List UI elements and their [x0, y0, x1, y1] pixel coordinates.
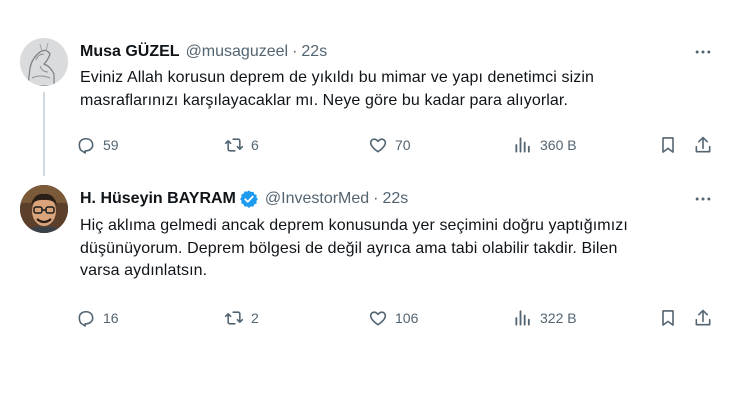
tweet-header: H. Hüseyin BAYRAM @InvestorMed · 22s [80, 189, 408, 209]
views-chart-icon [515, 310, 530, 326]
thread-line [43, 170, 45, 176]
more-dots-icon [695, 197, 711, 201]
sketch-profile-icon [20, 38, 68, 86]
retweet-button[interactable]: 6 [224, 133, 259, 157]
tweet-text: Eviniz Allah korusun deprem de yıkıldı b… [80, 67, 710, 112]
more-dots-icon [695, 50, 711, 54]
reply-icon [78, 310, 94, 327]
reply-icon [78, 137, 94, 154]
share-button[interactable] [693, 306, 713, 330]
views-button[interactable]: 322 B [513, 306, 577, 330]
tweet-text: Hiç aklıma gelmedi ancak deprem konusund… [80, 215, 710, 283]
like-button[interactable]: 70 [368, 133, 411, 157]
reply-button[interactable]: 16 [76, 306, 119, 330]
timestamp[interactable]: 22s [301, 42, 327, 62]
more-options-button[interactable] [692, 42, 714, 62]
tweet-text-line: varsa aydınlatsın. [80, 262, 208, 279]
share-button[interactable] [693, 133, 713, 157]
tweet-1[interactable]: Musa GÜZEL @musaguzeel · 22s Eviniz Alla… [0, 0, 730, 180]
display-name[interactable]: Musa GÜZEL [80, 42, 180, 62]
tweet-text-line: masraflarınızı karşılayacaklar mı. Neye … [80, 91, 568, 109]
retweet-icon [224, 138, 244, 152]
avatar[interactable] [20, 38, 68, 86]
tweet-header: Musa GÜZEL @musaguzeel · 22s [80, 42, 327, 62]
tweet-2[interactable]: H. Hüseyin BAYRAM @InvestorMed · 22s Hiç… [0, 170, 730, 340]
separator-dot: · [373, 190, 379, 207]
tweet-text-line: Hiç aklıma gelmedi ancak deprem konusund… [80, 217, 628, 234]
more-options-button[interactable] [692, 189, 714, 209]
handle[interactable]: @musaguzeel [186, 42, 289, 62]
separator-dot: · [292, 43, 298, 60]
thread-line [43, 92, 45, 172]
reply-count: 16 [103, 310, 119, 326]
like-button[interactable]: 106 [368, 306, 418, 330]
bookmark-icon [662, 310, 674, 326]
heart-icon [369, 138, 387, 153]
retweet-count: 6 [251, 137, 259, 153]
share-icon [695, 136, 711, 153]
avatar[interactable] [20, 185, 68, 233]
views-chart-icon [515, 137, 530, 153]
reply-count: 59 [103, 137, 119, 153]
share-icon [695, 309, 711, 326]
reply-button[interactable]: 59 [76, 133, 119, 157]
tweet-text-line: düşünüyorum. Deprem bölgesi de değil ayr… [80, 239, 618, 257]
like-count: 106 [395, 310, 419, 326]
bookmark-icon [662, 137, 674, 153]
views-count: 360 B [540, 137, 577, 153]
heart-icon [369, 311, 387, 326]
views-count: 322 B [540, 310, 577, 326]
views-button[interactable]: 360 B [513, 133, 577, 157]
timestamp[interactable]: 22s [383, 189, 409, 209]
tweet-text-line: Eviniz Allah korusun deprem de yıkıldı b… [80, 69, 594, 86]
bookmark-button[interactable] [658, 306, 678, 330]
tweet-actions: 16 2 106 322 B [76, 306, 721, 330]
retweet-button[interactable]: 2 [224, 306, 259, 330]
retweet-count: 2 [251, 310, 259, 326]
handle[interactable]: @InvestorMed [265, 189, 369, 209]
retweet-icon [224, 311, 244, 325]
verified-badge-icon[interactable] [239, 189, 259, 209]
display-name[interactable]: H. Hüseyin BAYRAM [80, 189, 236, 209]
like-count: 70 [395, 137, 411, 153]
man-with-glasses-icon [20, 185, 68, 233]
bookmark-button[interactable] [658, 133, 678, 157]
tweet-actions: 59 6 70 360 B [76, 133, 721, 157]
